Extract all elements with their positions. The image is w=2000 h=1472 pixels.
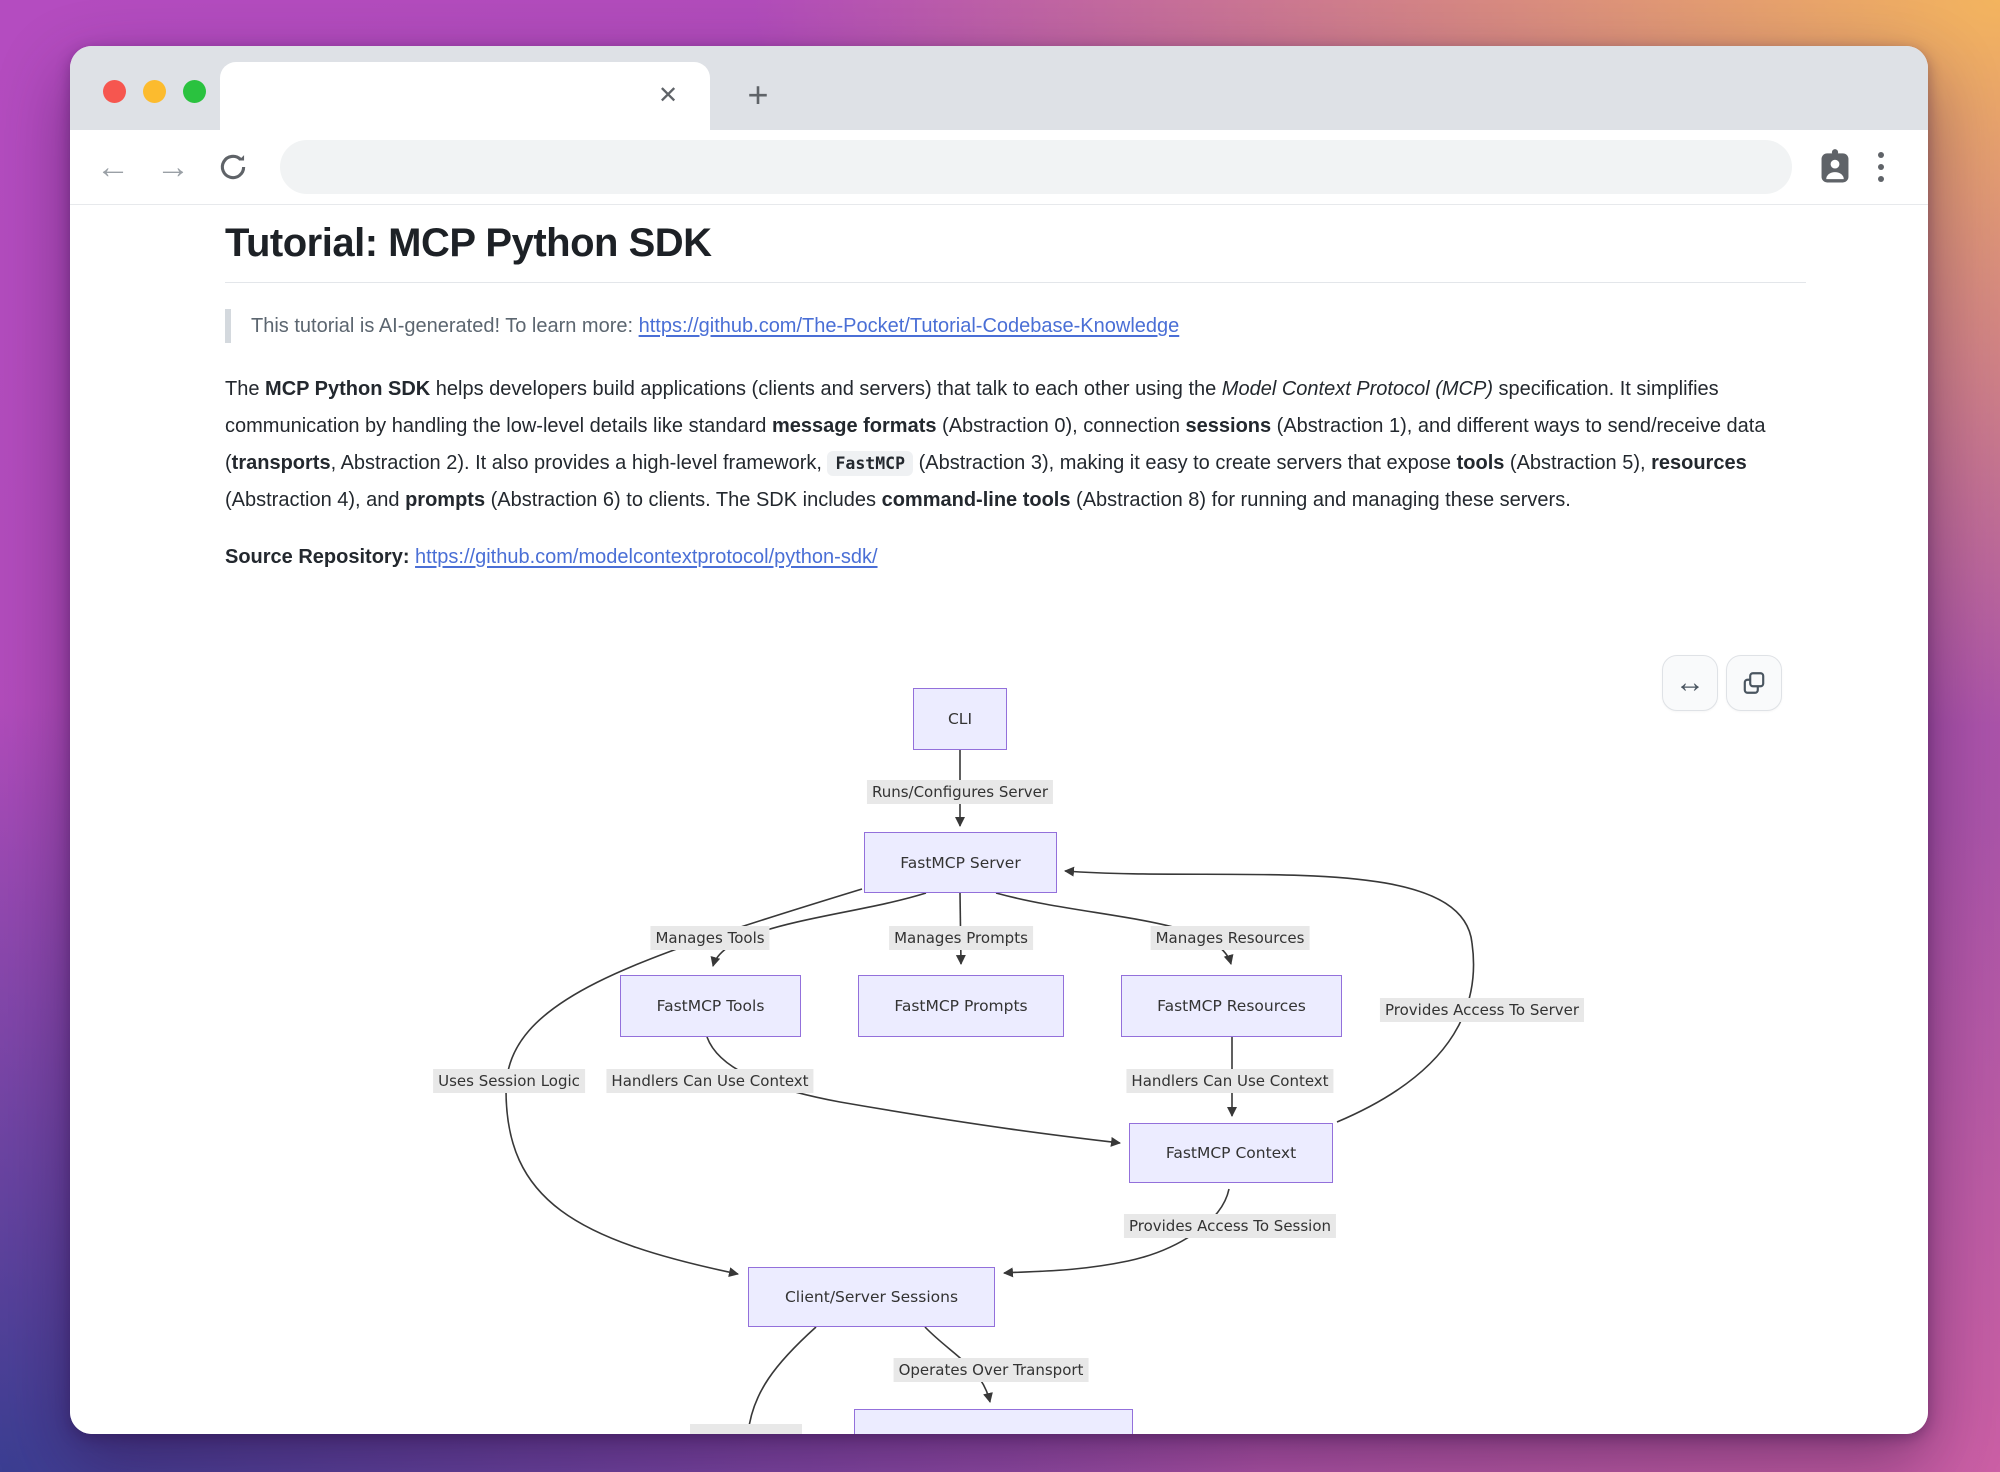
edge-label-uses-session-logic: Uses Session Logic bbox=[433, 1069, 585, 1093]
reload-icon bbox=[216, 150, 250, 184]
browser-tab[interactable]: ✕ bbox=[220, 62, 710, 130]
node-fastmcp-context: FastMCP Context bbox=[1129, 1123, 1333, 1183]
source-repository-link[interactable]: https://github.com/modelcontextprotocol/… bbox=[415, 546, 877, 568]
forward-icon: → bbox=[156, 150, 190, 184]
edge-label-handlers-can-use-context-left: Handlers Can Use Context bbox=[606, 1069, 813, 1093]
edge-label-provides-access-to-session: Provides Access To Session bbox=[1124, 1214, 1336, 1238]
forward-button[interactable]: → bbox=[150, 144, 196, 190]
tab-strip: ✕ + bbox=[70, 46, 1928, 130]
tab-close-icon[interactable]: ✕ bbox=[654, 82, 682, 110]
node-fastmcp-resources: FastMCP Resources bbox=[1121, 975, 1342, 1037]
back-icon: ← bbox=[96, 150, 130, 184]
edge-label-provides-access-to-server: Provides Access To Server bbox=[1380, 998, 1584, 1022]
kebab-menu-icon bbox=[1878, 152, 1884, 182]
source-repository-label: Source Repository: bbox=[225, 546, 409, 568]
browser-window: ✕ + ← → bbox=[70, 46, 1928, 1434]
close-window-button[interactable] bbox=[103, 80, 126, 103]
edge-label-operates-over-transport: Operates Over Transport bbox=[894, 1358, 1089, 1382]
new-tab-button[interactable]: + bbox=[738, 76, 778, 116]
browser-toolbar: ← → bbox=[70, 130, 1928, 205]
edge-label-handlers-can-use-context-right: Handlers Can Use Context bbox=[1126, 1069, 1333, 1093]
copy-icon bbox=[1741, 670, 1767, 696]
traffic-lights bbox=[103, 80, 206, 103]
page-title: Tutorial: MCP Python SDK bbox=[225, 221, 1806, 283]
edge-label-cutoff bbox=[690, 1424, 802, 1434]
profile-badge-icon bbox=[1818, 148, 1852, 186]
callout-text: This tutorial is AI-generated! To learn … bbox=[251, 315, 639, 337]
back-button[interactable]: ← bbox=[90, 144, 136, 190]
node-client-server-sessions: Client/Server Sessions bbox=[748, 1267, 995, 1327]
diagram-copy-button[interactable] bbox=[1726, 655, 1782, 711]
edge-label-manages-tools: Manages Tools bbox=[650, 926, 769, 950]
browser-menu-button[interactable] bbox=[1858, 141, 1904, 193]
expand-icon: ↔ bbox=[1675, 666, 1705, 700]
node-fastmcp-prompts: FastMCP Prompts bbox=[858, 975, 1064, 1037]
node-fastmcp-server: FastMCP Server bbox=[864, 832, 1057, 893]
node-cli: CLI bbox=[913, 688, 1007, 750]
edge-label-runs-configures-server: Runs/Configures Server bbox=[867, 780, 1053, 804]
source-repository-line: Source Repository: https://github.com/mo… bbox=[225, 546, 1806, 569]
node-transport-cutoff bbox=[854, 1409, 1133, 1434]
minimize-window-button[interactable] bbox=[143, 80, 166, 103]
diagram-expand-button[interactable]: ↔ bbox=[1662, 655, 1718, 711]
page-content: Tutorial: MCP Python SDK This tutorial i… bbox=[70, 205, 1928, 1434]
node-fastmcp-tools: FastMCP Tools bbox=[620, 975, 801, 1037]
address-bar[interactable] bbox=[280, 140, 1792, 194]
edge-label-manages-prompts: Manages Prompts bbox=[889, 926, 1033, 950]
zoom-window-button[interactable] bbox=[183, 80, 206, 103]
intro-paragraph: The MCP Python SDK helps developers buil… bbox=[225, 371, 1806, 519]
edge-label-manages-resources: Manages Resources bbox=[1151, 926, 1310, 950]
tutorial-codebase-link[interactable]: https://github.com/The-Pocket/Tutorial-C… bbox=[639, 315, 1180, 337]
ai-generated-callout: This tutorial is AI-generated! To learn … bbox=[225, 309, 1806, 343]
reload-button[interactable] bbox=[210, 144, 256, 190]
profile-button[interactable] bbox=[1812, 141, 1858, 193]
